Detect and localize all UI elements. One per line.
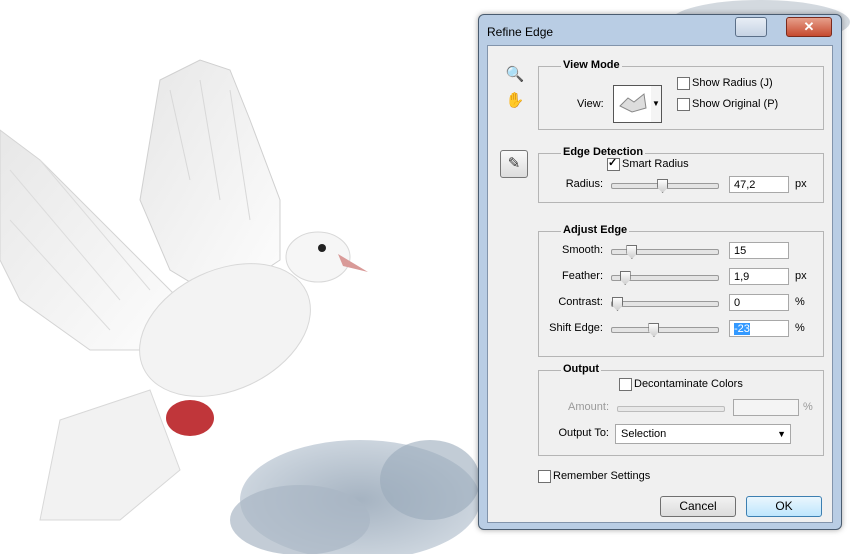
amount-slider <box>617 406 725 412</box>
output-to-value: Selection <box>621 428 667 440</box>
adjust-edge-group: Adjust Edge Smooth: 15 Feather: 1,9 px C… <box>538 224 824 357</box>
show-radius-checkbox[interactable] <box>677 77 690 90</box>
refine-radius-brush-icon[interactable]: ✎ <box>500 150 528 178</box>
amount-field <box>733 399 799 416</box>
chevron-down-icon: ▼ <box>777 429 786 439</box>
smart-radius-checkbox[interactable] <box>607 156 620 171</box>
ok-button[interactable]: OK <box>746 496 822 517</box>
shift-edge-slider[interactable] <box>611 323 719 337</box>
refine-edge-dialog: Refine Edge ✕ 🔍 ✋ ✎ View Mode View: ▼ Sh… <box>478 14 842 530</box>
contrast-unit: % <box>795 296 805 308</box>
remember-settings-checkbox[interactable] <box>538 470 551 483</box>
radius-label: Radius: <box>565 178 603 190</box>
output-group: Output Decontaminate Colors Amount: % Ou… <box>538 363 824 456</box>
smooth-label: Smooth: <box>562 244 603 256</box>
show-radius-label: Show Radius (J) <box>692 77 773 89</box>
view-mode-group: View Mode View: ▼ Show Radius (J) Show O… <box>538 59 824 130</box>
dialog-title: Refine Edge <box>487 25 554 39</box>
decontaminate-checkbox[interactable] <box>619 378 632 391</box>
view-label: View: <box>577 98 604 110</box>
show-original-checkbox[interactable] <box>677 98 690 111</box>
feather-label: Feather: <box>562 270 603 282</box>
hand-icon[interactable]: ✋ <box>504 90 526 112</box>
view-preview-thumbnail[interactable] <box>613 85 653 123</box>
feather-unit: px <box>795 270 807 282</box>
output-heading: Output <box>561 363 602 375</box>
amount-label: Amount: <box>568 401 609 413</box>
radius-unit: px <box>795 178 807 190</box>
decontaminate-label: Decontaminate Colors <box>634 378 743 390</box>
dialog-body: 🔍 ✋ ✎ View Mode View: ▼ Show Radius (J) … <box>487 45 833 523</box>
feather-slider-thumb[interactable] <box>619 271 631 285</box>
zoom-icon[interactable]: 🔍 <box>504 64 526 86</box>
output-to-label: Output To: <box>558 427 609 439</box>
shift-edge-label: Shift Edge: <box>549 322 603 334</box>
smooth-slider-thumb[interactable] <box>626 245 638 259</box>
amount-unit: % <box>803 401 813 413</box>
contrast-field[interactable]: 0 <box>729 294 789 311</box>
shift-edge-field[interactable]: -23 <box>729 320 789 337</box>
radius-slider-thumb[interactable] <box>657 179 669 193</box>
edge-detection-group: Edge Detection Smart Radius Radius: 47,2… <box>538 146 824 203</box>
cancel-button[interactable]: Cancel <box>660 496 736 517</box>
shift-edge-slider-thumb[interactable] <box>648 323 660 337</box>
shift-edge-unit: % <box>795 322 805 334</box>
feather-slider[interactable] <box>611 271 719 285</box>
view-dropdown-arrow[interactable]: ▼ <box>651 85 662 123</box>
edge-detection-heading: Edge Detection <box>561 146 646 158</box>
output-to-select[interactable]: Selection ▼ <box>615 424 791 444</box>
radius-field[interactable]: 47,2 <box>729 176 789 193</box>
smart-radius-label: Smart Radius <box>622 158 689 170</box>
title-bar[interactable]: Refine Edge ✕ <box>479 15 841 45</box>
restore-button[interactable] <box>735 17 767 37</box>
adjust-edge-heading: Adjust Edge <box>561 224 630 236</box>
shift-edge-value: -23 <box>734 323 750 335</box>
smooth-slider[interactable] <box>611 245 719 259</box>
smooth-field[interactable]: 15 <box>729 242 789 259</box>
close-button[interactable]: ✕ <box>786 17 832 37</box>
show-original-label: Show Original (P) <box>692 98 779 110</box>
contrast-slider[interactable] <box>611 297 719 311</box>
view-thumbnail-icon <box>619 93 647 113</box>
feather-field[interactable]: 1,9 <box>729 268 789 285</box>
view-mode-heading: View Mode <box>561 59 622 71</box>
contrast-label: Contrast: <box>558 296 603 308</box>
remember-settings-label: Remember Settings <box>553 470 651 482</box>
radius-slider[interactable] <box>611 179 719 193</box>
contrast-slider-thumb[interactable] <box>612 297 623 311</box>
